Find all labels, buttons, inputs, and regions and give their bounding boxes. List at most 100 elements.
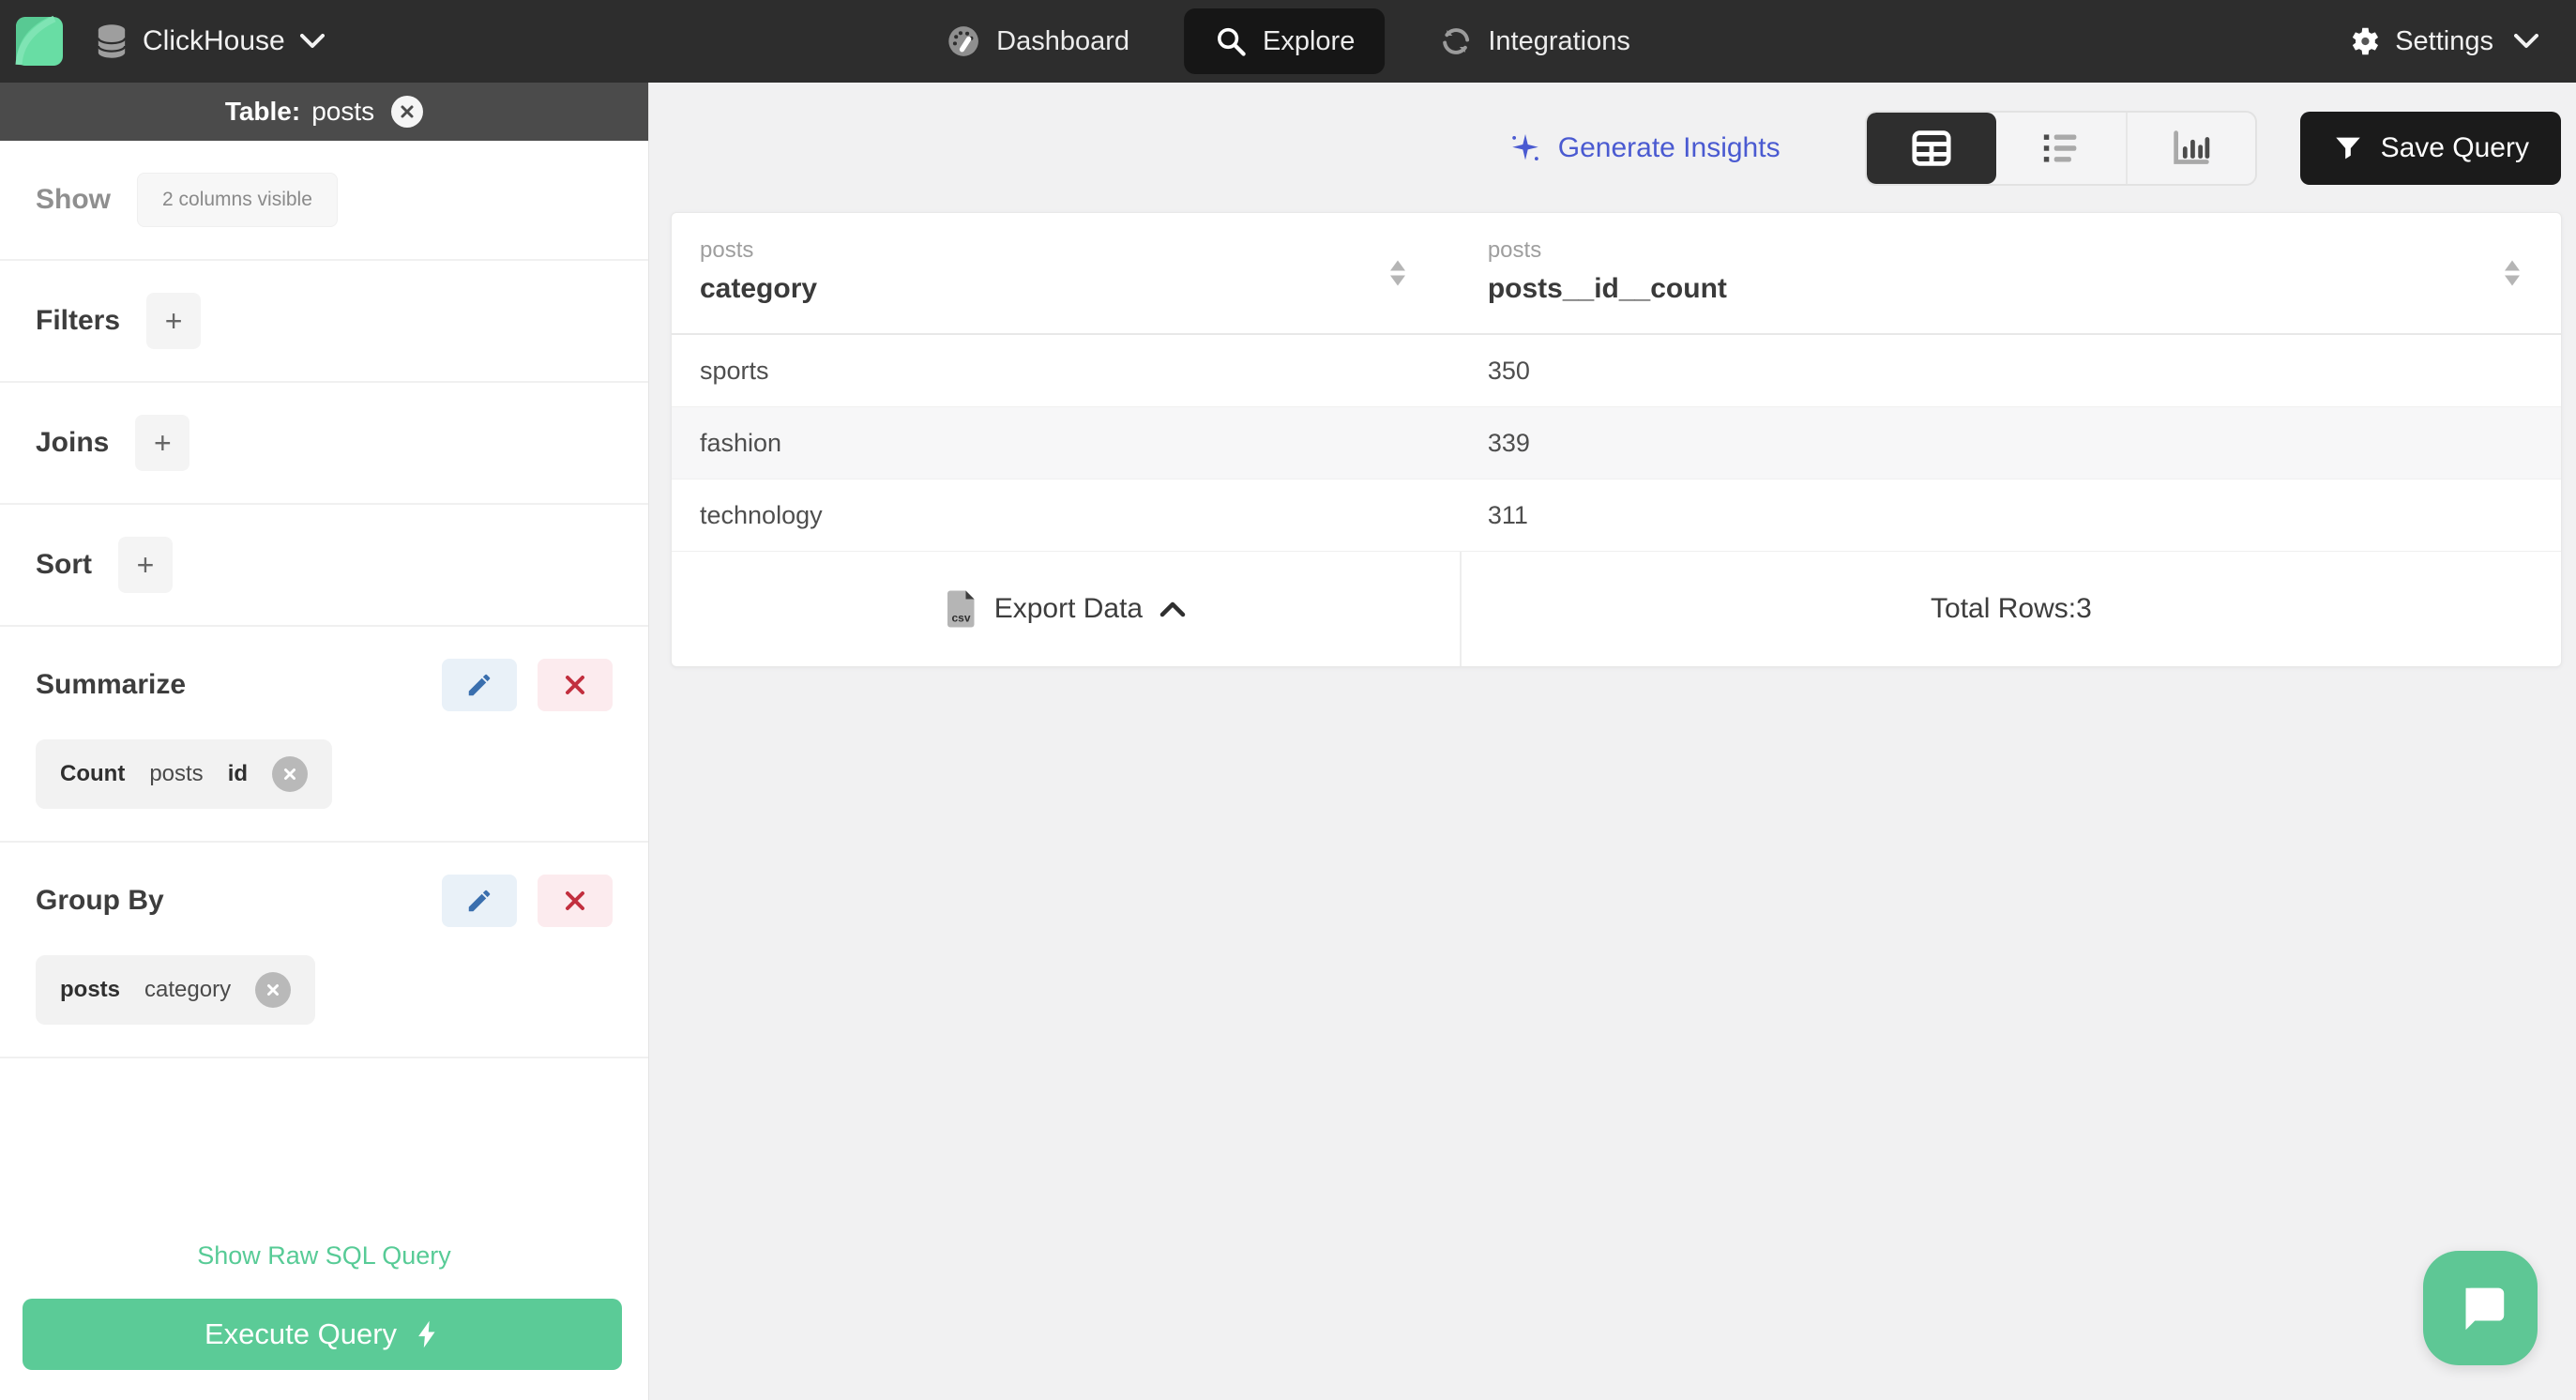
table-view-button[interactable] [1866,113,1996,184]
filters-section: Filters + [0,261,648,383]
funnel-icon [2332,132,2364,164]
generate-insights-button[interactable]: Generate Insights [1508,130,1780,166]
top-nav: ClickHouse Dashboard Explore Integration… [0,0,2576,83]
summarize-chip: Count posts id [36,739,333,809]
results-main: Generate Insights Save Query posts categ… [649,83,2576,1400]
group-by-chip: posts category [36,955,316,1025]
sort-toggle-icon[interactable] [2501,260,2523,286]
remove-table-button[interactable] [391,96,424,128]
lightning-icon [414,1319,440,1349]
sort-toggle-icon[interactable] [1386,260,1409,286]
edit-summarize-button[interactable] [442,659,517,711]
aggregate-label: Count [60,761,126,786]
nav-item-label: Dashboard [996,25,1129,56]
svg-text:csv: csv [951,612,970,625]
column-table-label: posts [1487,237,1542,263]
column-header-category[interactable]: posts category [672,213,1460,333]
csv-file-icon: csv [946,589,977,629]
chip-table-label: posts [60,977,121,1002]
list-view-icon [2040,129,2082,167]
add-sort-button[interactable]: + [118,537,173,593]
summarize-label: Summarize [36,669,187,700]
column-name-label: category [700,273,818,304]
pencil-icon [465,671,493,699]
remove-summarize-button[interactable] [538,659,613,711]
chevron-up-icon [1159,601,1186,617]
remove-summarize-chip-button[interactable] [272,756,309,792]
bar-chart-icon [2171,129,2212,167]
execute-query-button[interactable]: Execute Query [23,1299,622,1370]
filters-label: Filters [36,305,121,336]
nav-item-label: Explore [1263,25,1356,56]
nav-item-dashboard[interactable]: Dashboard [932,8,1143,74]
sync-icon [1439,24,1473,58]
columns-visible-chip[interactable]: 2 columns visible [137,173,338,227]
cell-count: 339 [1487,428,1530,457]
joins-label: Joins [36,427,110,458]
table-row[interactable]: technology 311 [672,479,2561,552]
sparkle-icon [1508,130,1543,166]
table-row[interactable]: fashion 339 [672,407,2561,479]
table-row[interactable]: sports 350 [672,335,2561,407]
table-view-icon [1911,129,1952,167]
export-data-button[interactable]: csv Export Data [672,552,1460,666]
summarize-section: Summarize Count posts id [0,627,648,843]
chevron-down-icon [2514,34,2538,49]
group-by-section: Group By posts category [0,843,648,1058]
column-name-label: posts__id__count [1487,273,1727,304]
chevron-down-icon [299,34,325,49]
settings-label: Settings [2395,25,2493,56]
results-table-header: posts category posts posts__id__count [672,213,2561,335]
cell-count: 311 [1487,500,1528,529]
table-name-label: posts [311,97,375,126]
settings-menu[interactable]: Settings [2346,23,2576,59]
total-rows-label: Total Rows:3 [1459,552,2561,666]
search-icon [1214,24,1248,58]
connection-selector[interactable]: ClickHouse [96,23,325,59]
x-icon [564,890,586,912]
results-table-body: sports 350 fashion 339 technology 311 [672,335,2561,552]
table-prefix-label: Table: [224,97,301,126]
results-table-footer: csv Export Data Total Rows:3 [672,552,2561,666]
chip-column-label: category [144,977,232,1002]
edit-group-by-button[interactable] [442,875,517,927]
chart-view-button[interactable] [2125,113,2255,184]
cell-count: 350 [1487,356,1530,385]
add-join-button[interactable]: + [135,415,190,471]
show-section: Show 2 columns visible [0,141,648,261]
save-query-button[interactable]: Save Query [2299,112,2561,185]
x-icon [564,674,586,696]
remove-group-by-chip-button[interactable] [255,972,292,1008]
database-icon [96,23,128,59]
cell-category: technology [700,500,823,529]
save-query-label: Save Query [2380,132,2529,163]
show-label: Show [36,184,111,215]
sort-section: Sort + [0,505,648,627]
app-root: ClickHouse Dashboard Explore Integration… [0,0,2576,1400]
app-logo[interactable] [15,14,64,68]
execute-query-label: Execute Query [204,1317,398,1350]
chat-bubble-icon [2451,1281,2509,1335]
sort-label: Sort [36,549,92,580]
connection-label: ClickHouse [143,25,285,56]
nav-item-label: Integrations [1488,25,1630,56]
list-view-button[interactable] [1996,113,2126,184]
cell-category: sports [700,356,769,385]
gear-icon [2346,23,2382,59]
table-header-bar: Table: posts [0,83,648,141]
column-header-posts-id-count[interactable]: posts posts__id__count [1460,213,2561,333]
chat-widget-button[interactable] [2423,1251,2538,1365]
show-raw-sql-link[interactable]: Show Raw SQL Query [0,1221,648,1299]
chip-column-label: id [227,761,249,786]
remove-group-by-button[interactable] [538,875,613,927]
view-toggle-group [1864,111,2257,186]
pencil-icon [465,887,493,915]
nav-item-explore[interactable]: Explore [1184,8,1386,74]
joins-section: Joins + [0,383,648,505]
nav-left: ClickHouse [0,14,649,68]
add-filter-button[interactable]: + [146,293,202,349]
chip-table-label: posts [149,761,204,786]
results-toolbar: Generate Insights Save Query [649,83,2576,186]
nav-item-integrations[interactable]: Integrations [1426,8,1644,74]
